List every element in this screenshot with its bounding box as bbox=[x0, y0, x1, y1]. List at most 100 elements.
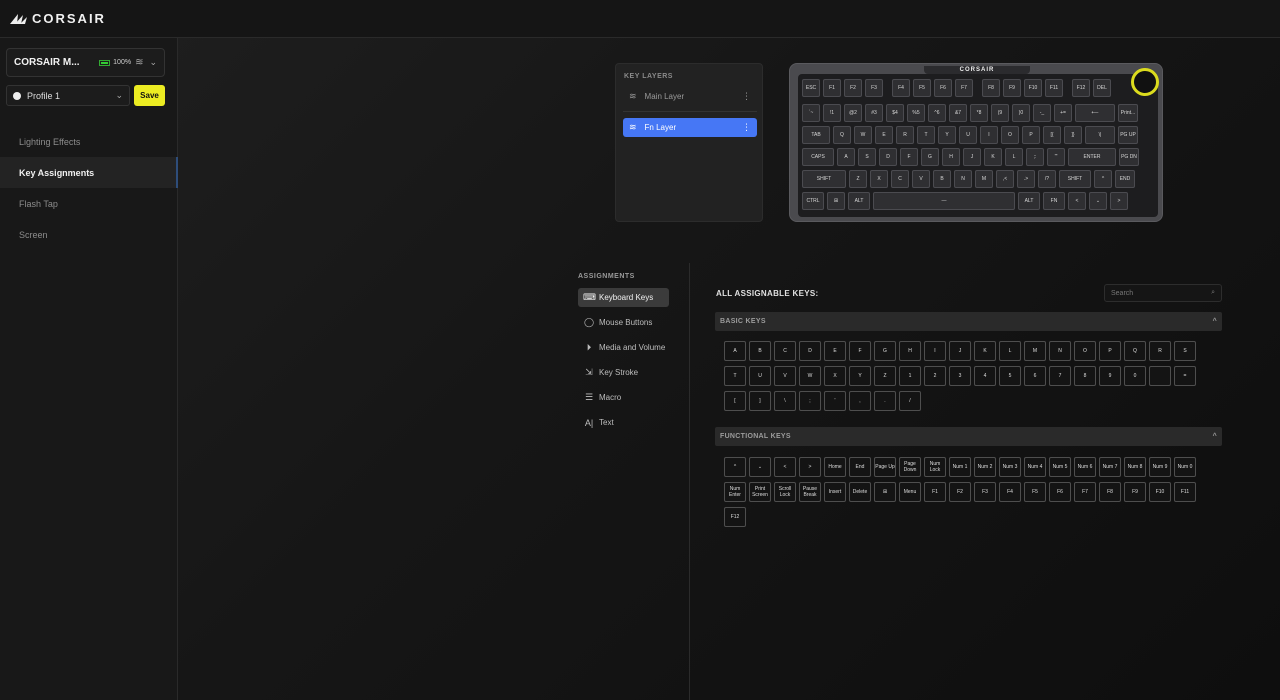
assignable-key[interactable]: Num 2 bbox=[974, 457, 996, 477]
keyboard-key[interactable]: [{ bbox=[1043, 126, 1061, 144]
keyboard-key[interactable]: END bbox=[1115, 170, 1135, 188]
keyboard-key[interactable]: !1 bbox=[823, 104, 841, 122]
keyboard-key[interactable]: '" bbox=[1047, 148, 1065, 166]
keyboard-key[interactable]: .> bbox=[1017, 170, 1035, 188]
keyboard-key[interactable]: Q bbox=[833, 126, 851, 144]
assignable-key[interactable]: Num 0 bbox=[1174, 457, 1196, 477]
keyboard-key[interactable]: S bbox=[858, 148, 876, 166]
keyboard-key[interactable]: F2 bbox=[844, 79, 862, 97]
assignable-key[interactable]: Page Down bbox=[899, 457, 921, 477]
keyboard-key[interactable]: V bbox=[912, 170, 930, 188]
basic-keys-header[interactable]: BASIC KEYS ^ bbox=[715, 312, 1222, 331]
keyboard-key[interactable]: -_ bbox=[1033, 104, 1051, 122]
keyboard-key[interactable]: \| bbox=[1085, 126, 1115, 144]
assignable-key[interactable]: 7 bbox=[1049, 366, 1071, 386]
assignable-key[interactable]: > bbox=[799, 457, 821, 477]
assignment-media-volume[interactable]: ⏵ Media and Volume bbox=[578, 338, 669, 357]
assignable-key[interactable]: F9 bbox=[1124, 482, 1146, 502]
assignable-key[interactable]: F6 bbox=[1049, 482, 1071, 502]
assignable-key[interactable]: F5 bbox=[1024, 482, 1046, 502]
sidebar-item-key-assignments[interactable]: Key Assignments bbox=[0, 157, 178, 188]
keyboard-key[interactable]: O bbox=[1001, 126, 1019, 144]
save-button[interactable]: Save bbox=[134, 85, 165, 106]
assignable-key[interactable]: F1 bbox=[924, 482, 946, 502]
assignable-key[interactable]: Pause Break bbox=[799, 482, 821, 502]
assignable-key[interactable]: D bbox=[799, 341, 821, 361]
more-options-icon[interactable]: ⋮ bbox=[742, 91, 751, 102]
assignable-key[interactable]: F12 bbox=[724, 507, 746, 527]
assignable-key[interactable]: 4 bbox=[974, 366, 996, 386]
assignable-key[interactable]: Z bbox=[874, 366, 896, 386]
keyboard-key[interactable]: M bbox=[975, 170, 993, 188]
assignable-key[interactable]: F10 bbox=[1149, 482, 1171, 502]
keyboard-key[interactable]: ⊞ bbox=[827, 192, 845, 210]
assignable-key[interactable]: Home bbox=[824, 457, 846, 477]
assignable-key[interactable]: Y bbox=[849, 366, 871, 386]
assignable-key[interactable]: 2 bbox=[924, 366, 946, 386]
assignable-key[interactable]: C bbox=[774, 341, 796, 361]
assignable-key[interactable]: 0 bbox=[1124, 366, 1146, 386]
assignable-key[interactable]: ⌄ bbox=[749, 457, 771, 477]
keyboard-key[interactable]: PG DN bbox=[1119, 148, 1139, 166]
assignment-keyboard-keys[interactable]: ⌨ Keyboard Keys bbox=[578, 288, 669, 307]
assignable-key[interactable]: F11 bbox=[1174, 482, 1196, 502]
keyboard-key[interactable]: TAB bbox=[802, 126, 830, 144]
assignable-key[interactable]: 5 bbox=[999, 366, 1021, 386]
assignable-key[interactable]: A bbox=[724, 341, 746, 361]
assignable-key[interactable]: Scroll Lock bbox=[774, 482, 796, 502]
assignable-key[interactable]: . bbox=[874, 391, 896, 411]
assignment-key-stroke[interactable]: ⇲ Key Stroke bbox=[578, 363, 669, 382]
assignable-key[interactable]: K bbox=[974, 341, 996, 361]
assignable-key[interactable]: H bbox=[899, 341, 921, 361]
keyboard-key[interactable]: F4 bbox=[892, 79, 910, 97]
assignable-key[interactable]: / bbox=[899, 391, 921, 411]
assignable-key[interactable]: L bbox=[999, 341, 1021, 361]
keyboard-key[interactable]: F6 bbox=[934, 79, 952, 97]
assignable-key[interactable]: X bbox=[824, 366, 846, 386]
assignable-key[interactable]: ⊞ bbox=[874, 482, 896, 502]
keyboard-key[interactable]: K bbox=[984, 148, 1002, 166]
layer-fn[interactable]: ≋ Fn Layer ⋮ bbox=[623, 118, 757, 137]
keyboard-key[interactable]: /? bbox=[1038, 170, 1056, 188]
assignable-key[interactable]: \ bbox=[774, 391, 796, 411]
assignable-key[interactable]: ] bbox=[749, 391, 771, 411]
assignable-key[interactable]: Delete bbox=[849, 482, 871, 502]
assignable-key[interactable]: J bbox=[949, 341, 971, 361]
keyboard-key[interactable]: Y bbox=[938, 126, 956, 144]
keyboard-key[interactable]: W bbox=[854, 126, 872, 144]
assignable-key[interactable]: U bbox=[749, 366, 771, 386]
assignable-key[interactable]: T bbox=[724, 366, 746, 386]
control-dial[interactable] bbox=[1131, 68, 1159, 96]
keyboard-key[interactable]: DEL bbox=[1093, 79, 1111, 97]
keyboard-key[interactable]: (9 bbox=[991, 104, 1009, 122]
keyboard-key[interactable]: ⌄ bbox=[1089, 192, 1107, 210]
keyboard-key[interactable]: SHIFT bbox=[1059, 170, 1091, 188]
keyboard-key[interactable]: Print... bbox=[1118, 104, 1138, 122]
more-options-icon[interactable]: ⋮ bbox=[742, 122, 751, 133]
assignable-key[interactable]: [ bbox=[724, 391, 746, 411]
assignable-key[interactable]: < bbox=[774, 457, 796, 477]
assignable-key[interactable]: Num Lock bbox=[924, 457, 946, 477]
keyboard-key[interactable]: ^ bbox=[1094, 170, 1112, 188]
keyboard-key[interactable]: B bbox=[933, 170, 951, 188]
assignable-key[interactable]: I bbox=[924, 341, 946, 361]
keyboard-key[interactable]: `~ bbox=[802, 104, 820, 122]
assignable-key[interactable]: Insert bbox=[824, 482, 846, 502]
keyboard-key[interactable]: < bbox=[1068, 192, 1086, 210]
layer-main[interactable]: ≋ Main Layer ⋮ bbox=[623, 87, 757, 106]
keyboard-key[interactable]: ;: bbox=[1026, 148, 1044, 166]
assignable-key[interactable]: 8 bbox=[1074, 366, 1096, 386]
keyboard-key[interactable]: &7 bbox=[949, 104, 967, 122]
keyboard-key[interactable]: #3 bbox=[865, 104, 883, 122]
keyboard-key[interactable]: F3 bbox=[865, 79, 883, 97]
keyboard-key[interactable]: @2 bbox=[844, 104, 862, 122]
keyboard-key[interactable]: — bbox=[873, 192, 1015, 210]
assignable-key[interactable]: End bbox=[849, 457, 871, 477]
keyboard-key[interactable]: Z bbox=[849, 170, 867, 188]
keyboard-key[interactable]: F7 bbox=[955, 79, 973, 97]
assignable-key[interactable]: Menu bbox=[899, 482, 921, 502]
keyboard-key[interactable]: > bbox=[1110, 192, 1128, 210]
keyboard-key[interactable]: F1 bbox=[823, 79, 841, 97]
assignable-key[interactable]: V bbox=[774, 366, 796, 386]
keyboard-key[interactable]: F11 bbox=[1045, 79, 1063, 97]
